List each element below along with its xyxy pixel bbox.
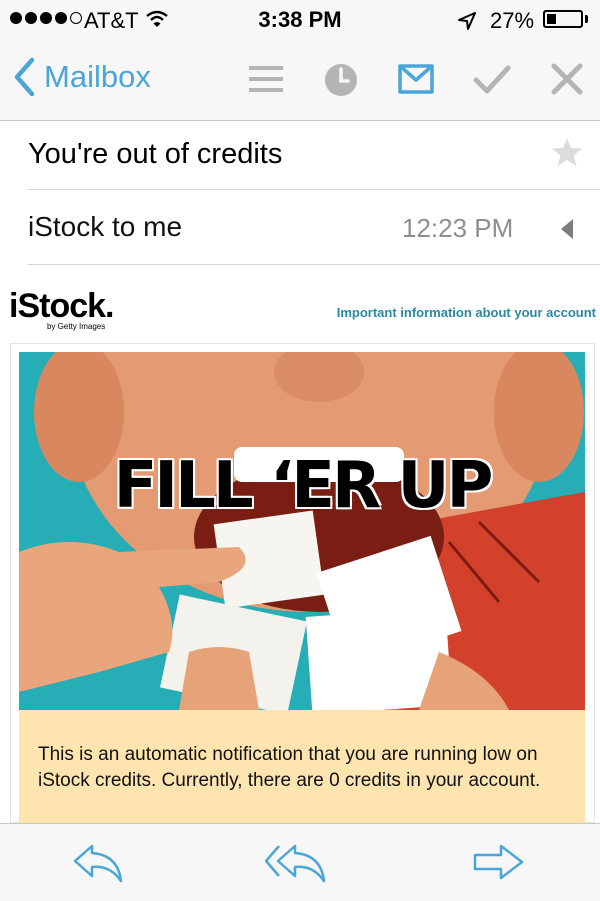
hero-title: FILL ‘ER UP [113, 449, 494, 523]
move-to-folder-icon[interactable] [397, 62, 435, 101]
reply-all-icon[interactable] [264, 843, 327, 888]
divider [28, 189, 600, 190]
subject-row: You're out of credits [0, 120, 600, 190]
location-arrow-icon [457, 11, 477, 36]
back-label: Mailbox [44, 59, 151, 94]
chevron-left-icon [14, 57, 35, 97]
hero-banner: FILL ‘ER UP [19, 352, 585, 710]
message-subject: You're out of credits [28, 138, 283, 170]
battery-level-fill [547, 14, 556, 24]
divider [28, 264, 600, 265]
back-to-mailbox-button[interactable]: Mailbox [12, 57, 151, 97]
important-info-link[interactable]: Important information about your account [337, 305, 596, 320]
bottom-toolbar [0, 823, 600, 901]
notice-box: This is an automatic notification that y… [19, 710, 585, 823]
list-icon[interactable] [248, 62, 284, 101]
istock-logo: iStock. by Getty Images [9, 287, 114, 331]
forward-icon[interactable] [473, 843, 525, 888]
battery-nub [585, 15, 588, 23]
triangle-left-icon[interactable] [560, 218, 574, 245]
reply-icon[interactable] [72, 843, 124, 888]
hero-illustration [19, 352, 585, 710]
navigation-bar: Mailbox [0, 40, 600, 121]
clock-icon[interactable] [323, 62, 359, 103]
battery-icon [543, 10, 583, 28]
battery-percent: 27% [490, 8, 535, 33]
received-time: 12:23 PM [402, 213, 514, 243]
star-icon[interactable] [551, 136, 583, 173]
checkmark-icon[interactable] [473, 62, 511, 101]
brand-sub: by Getty Images [47, 322, 106, 331]
brand-name: iStock. [9, 287, 114, 325]
status-bar: AT&T 3:38 PM 27% [0, 0, 600, 40]
close-icon[interactable] [550, 62, 584, 101]
sender-line[interactable]: iStock to me [28, 211, 182, 243]
notice-text: This is an automatic notification that y… [38, 744, 541, 791]
